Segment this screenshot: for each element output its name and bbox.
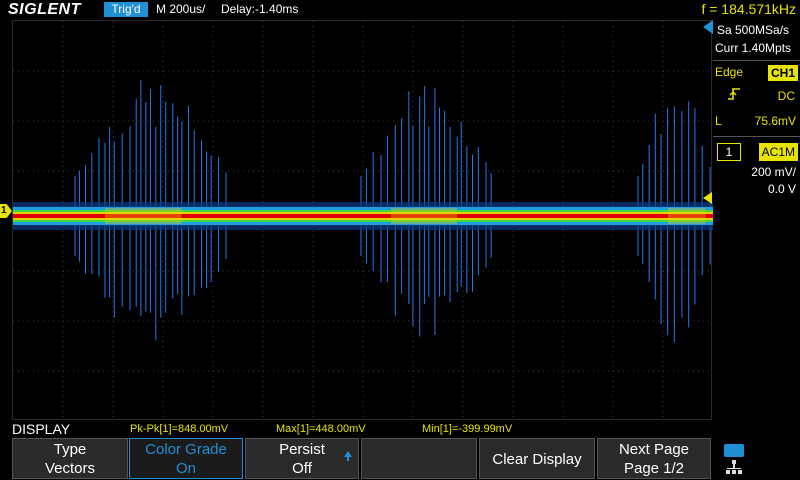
- panel-divider: [713, 136, 800, 137]
- color-grade-softkey[interactable]: Color Grade On: [129, 438, 243, 479]
- usb-icon: [724, 444, 744, 457]
- memory-depth: Curr 1.40Mpts: [715, 41, 792, 55]
- menu-title: DISPLAY: [12, 421, 71, 437]
- softkey-value: Off: [292, 460, 312, 477]
- softkey-label: Next Page: [618, 441, 690, 458]
- panel-divider: [713, 60, 800, 61]
- trigger-status-badge: Trig'd: [104, 2, 148, 17]
- trigger-level-value: 75.6mV: [754, 114, 796, 128]
- softkey-menu: Type Vectors Color Grade On Persist Off …: [0, 438, 800, 480]
- vertical-offset: 0.0 V: [767, 182, 796, 196]
- sample-rate: Sa 500MSa/s: [717, 23, 790, 37]
- timebase-readout: M 200us/: [156, 2, 206, 16]
- trigger-source-badge: CH1: [767, 65, 798, 81]
- trigger-coupling: DC: [777, 89, 795, 103]
- softkey-value: Page 1/2: [623, 460, 685, 477]
- trigger-level-label: L: [715, 114, 722, 128]
- measurement-max: Max[1]=448.00mV: [276, 423, 366, 435]
- vertical-scale: 200 mV/: [751, 165, 796, 179]
- measurement-bar: DISPLAY Pk-Pk[1]=848.00mV Max[1]=448.00m…: [0, 420, 800, 438]
- measurement-pkpk: Pk-Pk[1]=848.00mV: [130, 423, 229, 435]
- waveform-display[interactable]: [12, 20, 713, 421]
- brand-logo: SIGLENT: [8, 1, 81, 18]
- channel-coupling-badge: AC1M: [758, 143, 798, 161]
- persist-softkey[interactable]: Persist Off: [245, 438, 359, 479]
- status-icons: [720, 440, 760, 480]
- network-icon: [726, 460, 742, 474]
- softkey-label: Persist: [279, 441, 325, 458]
- right-info-panel: Sa 500MSa/s Curr 1.40Mpts Edge CH1 DC L …: [713, 20, 800, 420]
- delay-readout: Delay:-1.40ms: [221, 2, 299, 16]
- rising-edge-icon: [727, 87, 741, 104]
- next-page-softkey[interactable]: Next Page Page 1/2: [597, 438, 711, 479]
- softkey-label: Clear Display: [492, 451, 582, 468]
- softkey-label: Type: [53, 441, 87, 458]
- up-arrow-icon: [344, 451, 352, 461]
- frequency-counter: f = 184.571kHz: [701, 1, 796, 17]
- waveform-canvas: [13, 21, 713, 421]
- clear-display-softkey[interactable]: Clear Display: [479, 438, 595, 479]
- top-status-bar: SIGLENT Trig'd M 200us/ Delay:-1.40ms f …: [0, 0, 800, 20]
- channel-number: 1: [717, 143, 741, 161]
- softkey-value: Vectors: [44, 460, 96, 477]
- channel-marker-label: 1: [1, 205, 7, 216]
- measurement-min: Min[1]=-399.99mV: [422, 423, 513, 435]
- empty-softkey[interactable]: [361, 438, 477, 479]
- softkey-label: Color Grade: [145, 441, 227, 458]
- signal-trace: [13, 202, 713, 230]
- softkey-value: On: [175, 460, 196, 477]
- type-softkey[interactable]: Type Vectors: [12, 438, 128, 479]
